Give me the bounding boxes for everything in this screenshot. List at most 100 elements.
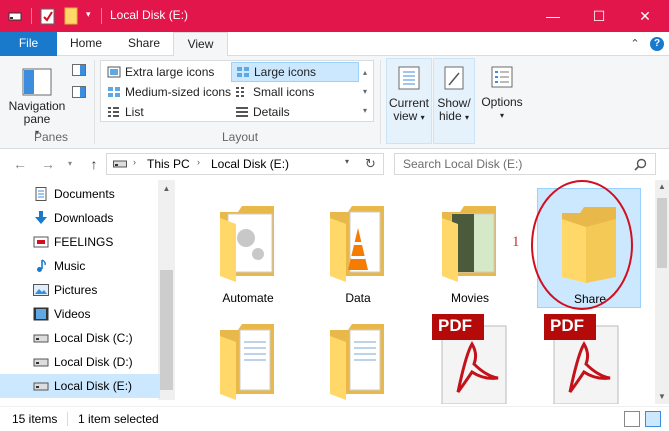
breadcrumb-local-disk[interactable]: Local Disk (E:)	[211, 157, 289, 171]
pdf-label: PDF	[438, 316, 472, 335]
customize-qa-chevron-icon[interactable]: ▾	[86, 9, 91, 20]
documents-icon	[35, 187, 47, 201]
folder-with-document-icon	[330, 324, 384, 400]
ribbon-tabs: File Home Share View ⌃ ?	[0, 32, 669, 57]
search-box[interactable]: Search Local Disk (E:)	[394, 153, 656, 175]
close-button[interactable]: ✕	[622, 0, 668, 32]
sidebar-item-feelings[interactable]: FEELINGS	[0, 230, 160, 254]
help-icon[interactable]: ?	[650, 37, 664, 51]
recent-locations-chevron-icon[interactable]: ▾	[60, 155, 80, 173]
large-icons-icon	[237, 67, 249, 77]
layout-medium-icons[interactable]: Medium-sized icons	[103, 83, 231, 103]
layout-gallery: Extra large icons Large icons Medium-siz…	[100, 60, 374, 122]
file-item[interactable]	[313, 314, 403, 404]
file-name: Automate	[222, 291, 274, 305]
current-view-label-2: view ▾	[393, 109, 425, 123]
drive-icon	[33, 334, 49, 343]
navigation-pane-button[interactable]: Navigation pane ▾	[6, 62, 68, 139]
show-hide-button[interactable]: Show/ hide ▾	[433, 58, 475, 144]
music-icon	[37, 259, 46, 272]
address-history-chevron-icon[interactable]: ▾	[345, 157, 349, 166]
minimize-button[interactable]: —	[530, 0, 576, 32]
file-item-pdf[interactable]: PDF	[425, 314, 515, 404]
window-title: Local Disk (E:)	[110, 8, 189, 22]
tab-view[interactable]: View	[173, 32, 228, 57]
sidebar-item-local-disk-c[interactable]: Local Disk (C:)	[0, 326, 160, 350]
drive-icon	[33, 236, 49, 248]
options-button[interactable]: Options ▾	[480, 58, 524, 144]
search-icon[interactable]	[634, 158, 647, 171]
refresh-icon[interactable]: ↻	[365, 156, 376, 172]
large-icons-view-toggle-icon[interactable]	[645, 411, 661, 427]
list-icon	[108, 107, 119, 117]
current-view-button[interactable]: Current view ▾	[386, 58, 432, 144]
scroll-up-icon[interactable]: ▲	[655, 180, 669, 194]
layout-large-icons[interactable]: Large icons	[231, 62, 359, 82]
breadcrumb-arrow-icon[interactable]: ›	[197, 157, 200, 167]
navigation-pane-icon	[22, 68, 52, 96]
forward-arrow-icon[interactable]: →	[38, 155, 58, 173]
back-arrow-icon[interactable]: ←	[10, 155, 30, 173]
panes-group-label: Panes	[34, 130, 69, 144]
pictures-icon	[33, 284, 49, 296]
breadcrumb-this-pc[interactable]: This PC	[147, 157, 190, 171]
options-icon	[491, 66, 513, 88]
layout-small-icons[interactable]: Small icons	[231, 83, 359, 103]
preview-pane-icon[interactable]	[72, 64, 86, 76]
sidebar-item-music[interactable]: Music	[0, 254, 160, 278]
ribbon-view-panel: Navigation pane ▾ Panes Extra large icon…	[0, 56, 669, 149]
tab-home[interactable]: Home	[57, 32, 115, 56]
sidebar-scroll-thumb[interactable]	[160, 270, 173, 390]
file-name: Data	[345, 291, 371, 305]
sidebar-item-pictures[interactable]: Pictures	[0, 278, 160, 302]
sidebar-item-videos[interactable]: Videos	[0, 302, 160, 326]
layout-extra-large-icons[interactable]: Extra large icons	[103, 63, 231, 83]
drive-quick-icon[interactable]	[8, 10, 22, 22]
up-arrow-icon[interactable]: ↑	[84, 155, 104, 173]
collapse-ribbon-chevron-icon[interactable]: ⌃	[627, 36, 643, 52]
layout-list[interactable]: List	[103, 103, 231, 123]
tab-share[interactable]: Share	[115, 32, 173, 56]
scroll-up-icon[interactable]: ▲	[158, 180, 175, 197]
maximize-button[interactable]: ☐	[576, 0, 622, 32]
folder-with-image-icon	[442, 206, 496, 282]
layout-scroll-arrows-icon[interactable]: ▴ ▾ ▾	[363, 63, 373, 120]
item-count: 15 items	[12, 412, 58, 426]
file-item-pdf[interactable]: PDF	[537, 314, 627, 404]
content-scroll-thumb[interactable]	[657, 198, 667, 268]
breadcrumb-arrow-icon[interactable]: ›	[133, 157, 136, 167]
tab-file[interactable]: File	[0, 32, 57, 56]
folder-with-document-icon	[220, 206, 274, 282]
sidebar-item-local-disk-e[interactable]: Local Disk (E:)	[0, 374, 160, 398]
sidebar-scrollbar[interactable]: ▲	[158, 180, 175, 400]
content-scrollbar[interactable]: ▲ ▼	[655, 180, 669, 404]
layout-group-label: Layout	[222, 130, 259, 144]
address-bar[interactable]: › This PC › Local Disk (E:) ▾ ↻	[106, 153, 384, 175]
downloads-icon	[35, 211, 47, 224]
properties-check-icon[interactable]	[40, 7, 56, 25]
details-view-toggle-icon[interactable]	[624, 411, 640, 427]
status-separator	[67, 412, 68, 426]
options-label: Options	[481, 95, 523, 109]
file-item-automate[interactable]: Automate	[203, 188, 293, 308]
scroll-down-icon[interactable]: ▼	[655, 390, 669, 404]
selection-count: 1 item selected	[78, 412, 159, 426]
medium-icons-icon	[108, 87, 120, 97]
file-item[interactable]	[203, 314, 293, 404]
file-item-data[interactable]: Data	[313, 188, 403, 308]
sidebar-item-documents[interactable]: Documents	[0, 182, 160, 206]
details-pane-icon[interactable]	[72, 86, 86, 98]
file-item-movies[interactable]: Movies	[425, 188, 515, 308]
sidebar-item-local-disk-d[interactable]: Local Disk (D:)	[0, 350, 160, 374]
new-folder-quick-icon[interactable]	[64, 7, 78, 25]
layout-details[interactable]: Details	[231, 103, 359, 123]
ribbon-separator	[94, 60, 95, 144]
title-separator	[101, 8, 102, 24]
extra-large-icons-icon	[107, 66, 121, 78]
sidebar-item-downloads[interactable]: Downloads	[0, 206, 160, 230]
options-chevron-icon: ▾	[499, 111, 504, 120]
search-input[interactable]: Search Local Disk (E:)	[403, 157, 522, 171]
annotation-circle	[531, 180, 633, 310]
status-bar: 15 items 1 item selected	[0, 406, 669, 431]
annotation-number: 1	[512, 234, 520, 250]
